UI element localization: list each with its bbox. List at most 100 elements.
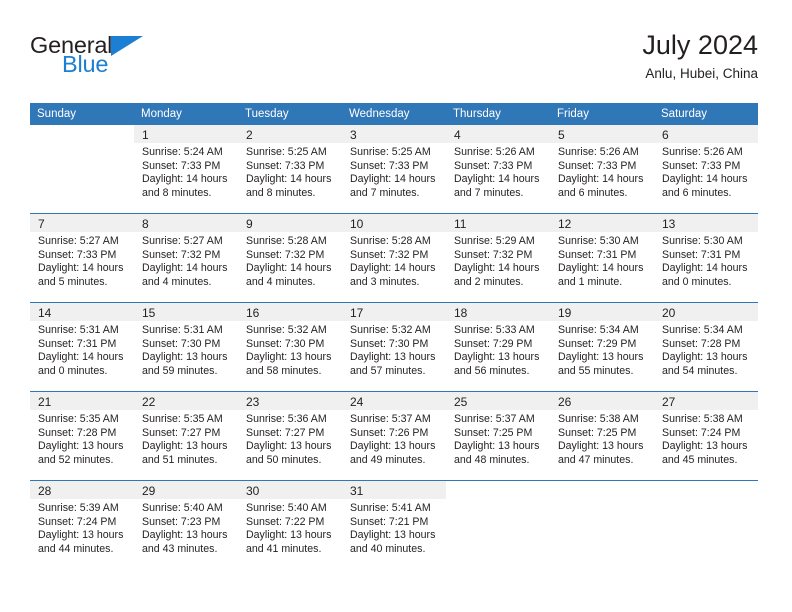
day-details: Sunrise: 5:40 AM Sunset: 7:23 PM Daylight:… (134, 499, 238, 556)
calendar-day-cell[interactable]: 27 Sunrise: 5:38 AM Sunset: 7:24 PM Dayligh… (654, 391, 758, 481)
daylight-text-line2: and 6 minutes. (662, 186, 732, 199)
general-blue-logo: General Blue (30, 32, 230, 88)
weekday-header-friday: Friday (550, 103, 654, 125)
calendar-day-cell[interactable]: 5 Sunrise: 5:26 AM Sunset: 7:33 PM Daylight… (550, 125, 654, 214)
daylight-text-line2: and 43 minutes. (142, 542, 218, 555)
daylight-text-line2: and 4 minutes. (246, 275, 316, 288)
calendar-day-cell[interactable]: 29 Sunrise: 5:40 AM Sunset: 7:23 PM Dayligh… (134, 480, 238, 569)
calendar-week-row: 14 Sunrise: 5:31 AM Sunset: 7:31 PM Dayligh… (30, 302, 758, 392)
calendar-day-cell-empty (654, 480, 758, 569)
daylight-text-line1: Daylight: 13 hours (662, 351, 748, 364)
daylight-text-line2: and 8 minutes. (142, 186, 212, 199)
calendar-day-cell[interactable]: 2 Sunrise: 5:25 AM Sunset: 7:33 PM Daylight… (238, 125, 342, 214)
day-number: 7 (30, 214, 134, 232)
day-details: Sunrise: 5:28 AM Sunset: 7:32 PM Daylight:… (342, 232, 446, 289)
calendar-day-cell[interactable]: 21 Sunrise: 5:35 AM Sunset: 7:28 PM Dayligh… (30, 391, 134, 481)
daylight-text-line2: and 7 minutes. (350, 186, 420, 199)
logo-word-blue: Blue (62, 51, 109, 77)
calendar-day-cell[interactable]: 30 Sunrise: 5:40 AM Sunset: 7:22 PM Dayligh… (238, 480, 342, 569)
daylight-text-line2: and 40 minutes. (350, 542, 426, 555)
sunset-text: Sunset: 7:31 PM (662, 248, 741, 261)
daylight-text-line2: and 7 minutes. (454, 186, 524, 199)
calendar-day-cell[interactable]: 3 Sunrise: 5:25 AM Sunset: 7:33 PM Daylight… (342, 125, 446, 214)
day-number (654, 481, 758, 499)
day-details: Sunrise: 5:25 AM Sunset: 7:33 PM Daylight:… (342, 143, 446, 200)
day-details: Sunrise: 5:36 AM Sunset: 7:27 PM Daylight:… (238, 410, 342, 467)
day-number: 26 (550, 392, 654, 410)
sunset-text: Sunset: 7:31 PM (38, 337, 117, 350)
calendar-day-cell[interactable]: 28 Sunrise: 5:39 AM Sunset: 7:24 PM Dayligh… (30, 480, 134, 569)
calendar-day-cell[interactable]: 24 Sunrise: 5:37 AM Sunset: 7:26 PM Dayligh… (342, 391, 446, 481)
daylight-text-line1: Daylight: 13 hours (142, 351, 228, 364)
day-number: 14 (30, 303, 134, 321)
weekday-header-saturday: Saturday (654, 103, 758, 125)
day-number: 17 (342, 303, 446, 321)
sunset-text: Sunset: 7:32 PM (350, 248, 429, 261)
sunrise-text: Sunrise: 5:36 AM (246, 413, 327, 425)
calendar-body: 1 Sunrise: 5:24 AM Sunset: 7:33 PM Daylight… (30, 125, 758, 569)
weekday-header-sunday: Sunday (30, 103, 134, 125)
daylight-text-line2: and 52 minutes. (38, 453, 114, 466)
day-details: Sunrise: 5:27 AM Sunset: 7:33 PM Daylight:… (30, 232, 134, 289)
calendar-day-cell[interactable]: 14 Sunrise: 5:31 AM Sunset: 7:31 PM Dayligh… (30, 302, 134, 392)
calendar-day-cell[interactable]: 9 Sunrise: 5:28 AM Sunset: 7:32 PM Daylight… (238, 213, 342, 303)
calendar-day-cell[interactable]: 26 Sunrise: 5:38 AM Sunset: 7:25 PM Dayligh… (550, 391, 654, 481)
sunset-text: Sunset: 7:24 PM (662, 426, 741, 439)
sunrise-text: Sunrise: 5:28 AM (350, 235, 431, 247)
calendar-day-cell[interactable]: 13 Sunrise: 5:30 AM Sunset: 7:31 PM Dayligh… (654, 213, 758, 303)
sunrise-text: Sunrise: 5:30 AM (558, 235, 639, 247)
calendar-day-cell[interactable]: 15 Sunrise: 5:31 AM Sunset: 7:30 PM Dayligh… (134, 302, 238, 392)
calendar-day-cell[interactable]: 4 Sunrise: 5:26 AM Sunset: 7:33 PM Daylight… (446, 125, 550, 214)
sunset-text: Sunset: 7:33 PM (558, 159, 637, 172)
sunrise-text: Sunrise: 5:28 AM (246, 235, 327, 247)
daylight-text-line2: and 50 minutes. (246, 453, 322, 466)
calendar-day-cell[interactable]: 7 Sunrise: 5:27 AM Sunset: 7:33 PM Daylight… (30, 213, 134, 303)
calendar-day-cell[interactable]: 11 Sunrise: 5:29 AM Sunset: 7:32 PM Dayligh… (446, 213, 550, 303)
sunrise-text: Sunrise: 5:32 AM (350, 324, 431, 336)
daylight-text-line1: Daylight: 13 hours (38, 440, 124, 453)
day-number: 23 (238, 392, 342, 410)
day-number: 2 (238, 125, 342, 143)
day-details: Sunrise: 5:26 AM Sunset: 7:33 PM Daylight:… (446, 143, 550, 200)
sunset-text: Sunset: 7:32 PM (142, 248, 221, 261)
calendar-day-cell[interactable]: 6 Sunrise: 5:26 AM Sunset: 7:33 PM Daylight… (654, 125, 758, 214)
calendar-day-cell[interactable]: 10 Sunrise: 5:28 AM Sunset: 7:32 PM Dayligh… (342, 213, 446, 303)
calendar-day-cell[interactable]: 20 Sunrise: 5:34 AM Sunset: 7:28 PM Dayligh… (654, 302, 758, 392)
daylight-text-line1: Daylight: 14 hours (558, 262, 644, 275)
day-details: Sunrise: 5:24 AM Sunset: 7:33 PM Daylight:… (134, 143, 238, 200)
daylight-text-line2: and 58 minutes. (246, 364, 322, 377)
calendar-day-cell[interactable]: 23 Sunrise: 5:36 AM Sunset: 7:27 PM Dayligh… (238, 391, 342, 481)
calendar-day-cell[interactable]: 12 Sunrise: 5:30 AM Sunset: 7:31 PM Dayligh… (550, 213, 654, 303)
calendar-day-cell[interactable]: 18 Sunrise: 5:33 AM Sunset: 7:29 PM Dayligh… (446, 302, 550, 392)
calendar-day-cell[interactable]: 1 Sunrise: 5:24 AM Sunset: 7:33 PM Daylight… (134, 125, 238, 214)
day-number: 21 (30, 392, 134, 410)
day-number: 11 (446, 214, 550, 232)
sunrise-text: Sunrise: 5:35 AM (38, 413, 119, 425)
day-details: Sunrise: 5:25 AM Sunset: 7:33 PM Daylight:… (238, 143, 342, 200)
daylight-text-line1: Daylight: 14 hours (246, 262, 332, 275)
day-number: 30 (238, 481, 342, 499)
calendar-day-cell[interactable]: 19 Sunrise: 5:34 AM Sunset: 7:29 PM Dayligh… (550, 302, 654, 392)
daylight-text-line1: Daylight: 14 hours (558, 173, 644, 186)
calendar-day-cell[interactable]: 17 Sunrise: 5:32 AM Sunset: 7:30 PM Dayligh… (342, 302, 446, 392)
daylight-text-line2: and 54 minutes. (662, 364, 738, 377)
sunset-text: Sunset: 7:33 PM (246, 159, 325, 172)
calendar-day-cell[interactable]: 31 Sunrise: 5:41 AM Sunset: 7:21 PM Dayligh… (342, 480, 446, 569)
day-details: Sunrise: 5:35 AM Sunset: 7:27 PM Daylight:… (134, 410, 238, 467)
calendar-day-cell[interactable]: 22 Sunrise: 5:35 AM Sunset: 7:27 PM Dayligh… (134, 391, 238, 481)
calendar-day-cell[interactable]: 25 Sunrise: 5:37 AM Sunset: 7:25 PM Dayligh… (446, 391, 550, 481)
day-number: 15 (134, 303, 238, 321)
sunrise-text: Sunrise: 5:24 AM (142, 146, 223, 158)
daylight-text-line1: Daylight: 13 hours (558, 351, 644, 364)
calendar-day-cell[interactable]: 8 Sunrise: 5:27 AM Sunset: 7:32 PM Daylight… (134, 213, 238, 303)
daylight-text-line1: Daylight: 14 hours (38, 351, 124, 364)
day-details: Sunrise: 5:30 AM Sunset: 7:31 PM Daylight:… (654, 232, 758, 289)
day-details: Sunrise: 5:31 AM Sunset: 7:30 PM Daylight:… (134, 321, 238, 378)
calendar-day-cell[interactable]: 16 Sunrise: 5:32 AM Sunset: 7:30 PM Dayligh… (238, 302, 342, 392)
sunset-text: Sunset: 7:33 PM (454, 159, 533, 172)
daylight-text-line2: and 48 minutes. (454, 453, 530, 466)
calendar-day-cell-empty (550, 480, 654, 569)
daylight-text-line2: and 4 minutes. (142, 275, 212, 288)
daylight-text-line2: and 3 minutes. (350, 275, 420, 288)
calendar-day-cell-empty (30, 125, 134, 214)
